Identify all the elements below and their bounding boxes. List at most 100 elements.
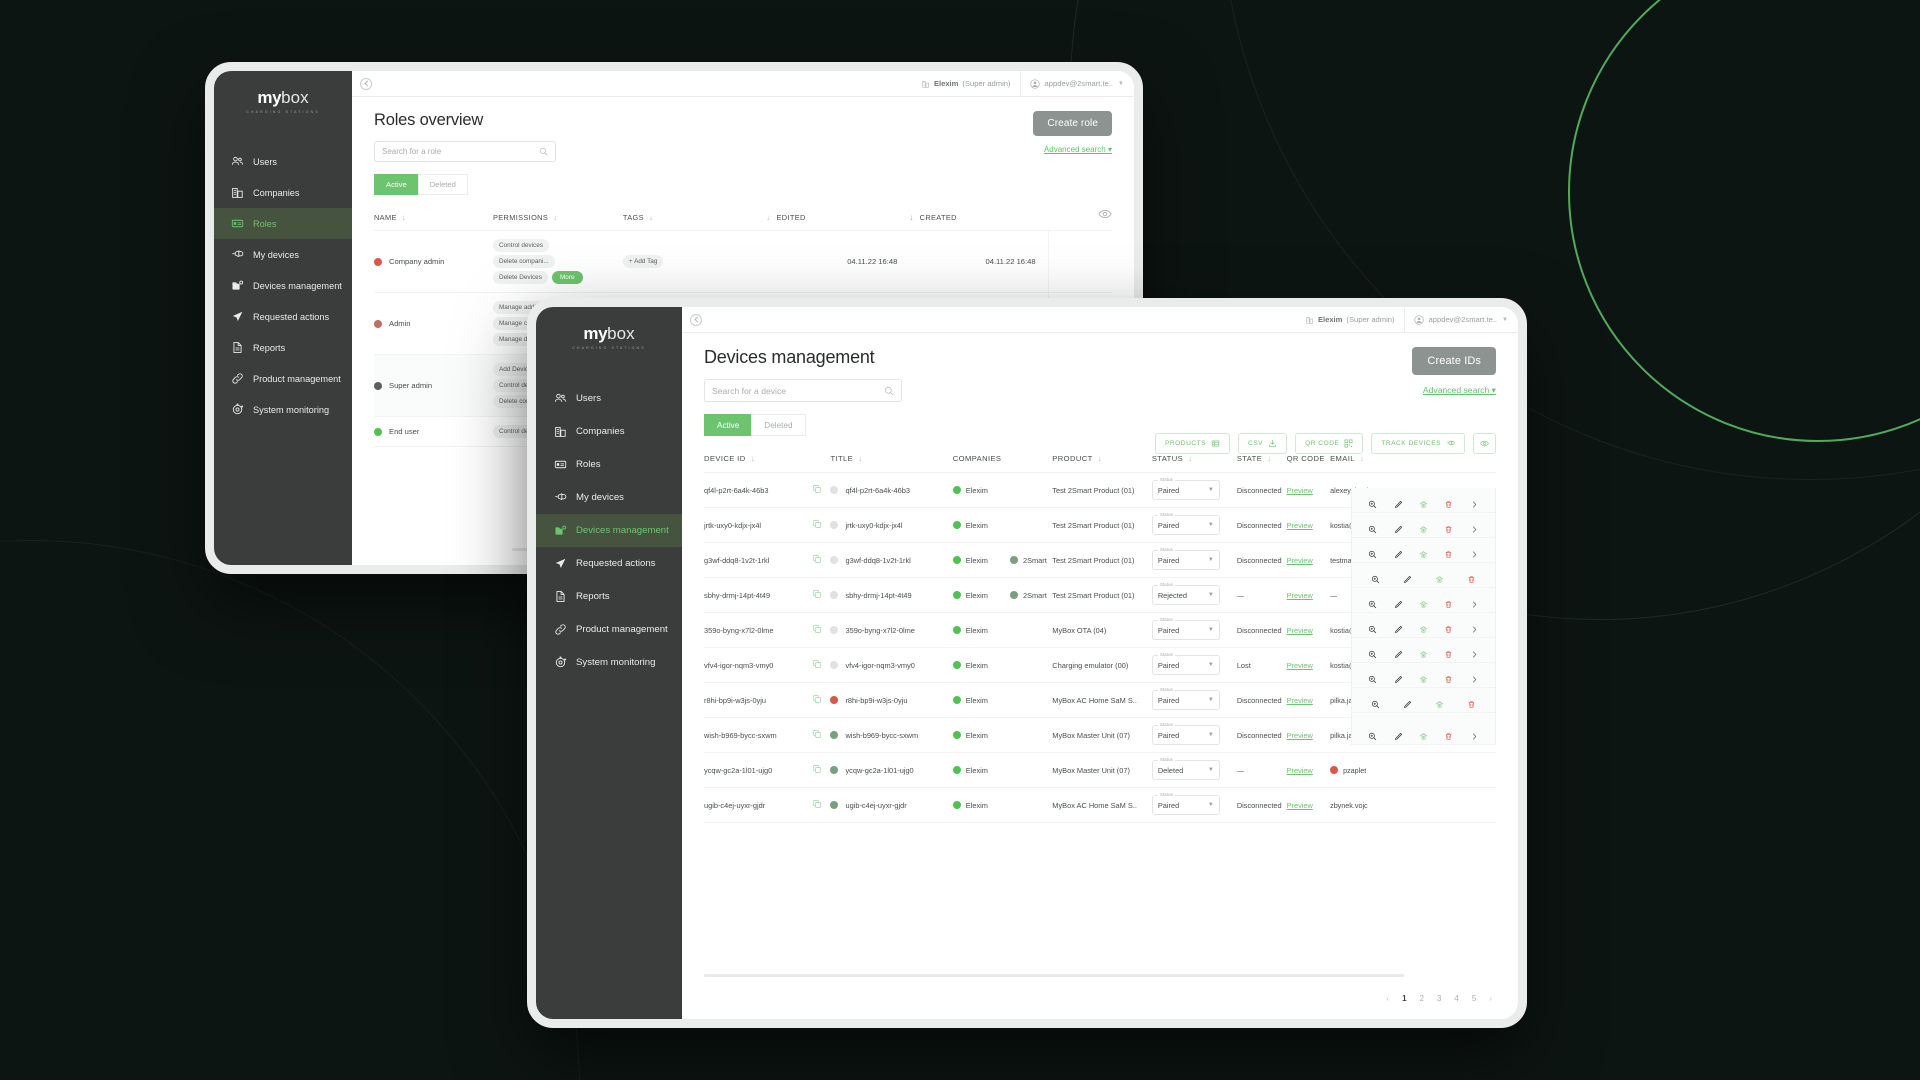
delete-icon[interactable]: [1444, 646, 1453, 658]
segment-active[interactable]: Active: [704, 414, 752, 436]
transfer-icon[interactable]: [1419, 671, 1428, 683]
chevron-right-icon[interactable]: [1470, 728, 1479, 739]
sidebar-item-companies[interactable]: Companies: [536, 415, 682, 448]
toolbar-button-track-devices[interactable]: TRACK DEVICES: [1371, 433, 1465, 454]
column-header-created[interactable]: CREATED ↓: [909, 207, 1049, 231]
collapse-sidebar-button[interactable]: [690, 313, 702, 326]
chevron-right-icon[interactable]: [1470, 646, 1479, 657]
segment-deleted[interactable]: Deleted: [751, 414, 806, 436]
search-plus-icon[interactable]: [1368, 521, 1377, 533]
search-plus-icon[interactable]: [1368, 496, 1377, 508]
status-select[interactable]: Status Paired ▼: [1151, 722, 1220, 745]
status-select[interactable]: Status Paired ▼: [1151, 652, 1220, 675]
transfer-icon[interactable]: [1419, 728, 1428, 740]
pagination-page-1[interactable]: 1: [1402, 994, 1406, 1003]
qr-preview-link[interactable]: Preview: [1287, 731, 1313, 740]
edit-icon[interactable]: [1394, 596, 1403, 608]
create-role-button[interactable]: Create role: [1033, 111, 1112, 136]
status-select[interactable]: Status Rejected ▼: [1151, 582, 1220, 605]
search-plus-icon[interactable]: [1368, 546, 1377, 558]
qr-preview-link[interactable]: Preview: [1287, 591, 1313, 600]
delete-icon[interactable]: [1467, 571, 1476, 583]
sidebar-item-system-monitoring[interactable]: System monitoring: [536, 646, 682, 679]
status-select[interactable]: Status Paired ▼: [1151, 687, 1220, 710]
sidebar-item-requested-actions[interactable]: Requested actions: [214, 301, 352, 332]
delete-icon[interactable]: [1444, 621, 1453, 633]
pagination-page-2[interactable]: 2: [1420, 994, 1424, 1003]
delete-icon[interactable]: [1444, 671, 1453, 683]
qr-preview-link[interactable]: Preview: [1287, 661, 1313, 670]
column-header-permissions[interactable]: PERMISSIONS ↓: [492, 207, 623, 231]
copy-icon[interactable]: [812, 555, 822, 566]
qr-preview-link[interactable]: Preview: [1287, 486, 1313, 495]
search-plus-icon[interactable]: [1368, 596, 1377, 608]
delete-icon[interactable]: [1444, 728, 1453, 740]
copy-icon[interactable]: [812, 765, 822, 776]
transfer-icon[interactable]: [1419, 646, 1428, 658]
status-select[interactable]: Status Paired ▼: [1151, 792, 1220, 815]
qr-preview-link[interactable]: Preview: [1287, 766, 1313, 775]
transfer-icon[interactable]: [1419, 521, 1428, 533]
status-select[interactable]: Status Paired ▼: [1151, 477, 1220, 500]
status-select[interactable]: Status Paired ▼: [1151, 547, 1220, 570]
horizontal-scrollbar[interactable]: [704, 974, 1404, 977]
delete-icon[interactable]: [1444, 496, 1453, 508]
sidebar-item-users[interactable]: Users: [536, 382, 682, 415]
edit-icon[interactable]: [1394, 671, 1403, 683]
table-row[interactable]: ycqw-gc2a-1l01-ujg0 ycqw-gc2a-1l01-ujg0 El…: [704, 752, 1496, 788]
chevron-right-icon[interactable]: [1470, 496, 1479, 507]
device-search-input[interactable]: Search for a device: [704, 379, 902, 402]
status-select[interactable]: Status Paired ▼: [1151, 617, 1220, 640]
copy-icon[interactable]: [812, 800, 822, 811]
pagination-page-3[interactable]: 3: [1437, 994, 1441, 1003]
sidebar-item-product-management[interactable]: Product management: [536, 613, 682, 646]
edit-icon[interactable]: [1394, 496, 1403, 508]
sidebar-item-roles[interactable]: Roles: [536, 448, 682, 481]
transfer-icon[interactable]: [1419, 546, 1428, 558]
copy-icon[interactable]: [812, 730, 822, 741]
delete-icon[interactable]: [1444, 521, 1453, 533]
column-header-tags[interactable]: TAGS ↓: [622, 207, 767, 231]
sidebar-item-product-management[interactable]: Product management: [214, 363, 352, 394]
sidebar-item-reports[interactable]: Reports: [214, 332, 352, 363]
permission-chip[interactable]: Delete Devices: [492, 271, 548, 284]
sidebar-item-roles[interactable]: Roles: [214, 208, 352, 239]
column-header-product[interactable]: PRODUCT ↓: [1052, 448, 1152, 473]
copy-icon[interactable]: [812, 485, 822, 496]
edit-icon[interactable]: [1394, 621, 1403, 633]
copy-icon[interactable]: [812, 695, 822, 706]
sidebar-item-my-devices[interactable]: My devices: [536, 481, 682, 514]
column-header-edited[interactable]: EDITED ↓: [766, 207, 910, 231]
permission-chip[interactable]: Delete compani...: [492, 255, 555, 268]
column-header-device-id[interactable]: DEVICE ID ↓: [704, 448, 831, 473]
copy-icon[interactable]: [812, 625, 822, 636]
transfer-icon[interactable]: [1419, 496, 1428, 508]
pagination-page-5[interactable]: 5: [1472, 994, 1476, 1003]
copy-icon[interactable]: [812, 520, 822, 531]
sidebar-item-users[interactable]: Users: [214, 146, 352, 177]
edit-icon[interactable]: [1403, 571, 1412, 583]
sidebar-item-system-monitoring[interactable]: System monitoring: [214, 394, 352, 425]
add-tag-button[interactable]: + Add Tag: [622, 255, 664, 268]
toolbar-button-visibility[interactable]: [1473, 433, 1496, 454]
delete-icon[interactable]: [1444, 546, 1453, 558]
table-row[interactable]: Company admin Control devices Delete compa…: [374, 230, 1112, 293]
sidebar-item-my-devices[interactable]: My devices: [214, 239, 352, 270]
pagination-page-4[interactable]: 4: [1454, 994, 1458, 1003]
sidebar-item-companies[interactable]: Companies: [214, 177, 352, 208]
qr-preview-link[interactable]: Preview: [1287, 521, 1313, 530]
sidebar-item-devices-management[interactable]: Devices management: [214, 270, 352, 301]
qr-preview-link[interactable]: Preview: [1287, 626, 1313, 635]
edit-icon[interactable]: [1394, 728, 1403, 740]
collapse-sidebar-button[interactable]: [360, 77, 372, 90]
chevron-right-icon[interactable]: [1470, 596, 1479, 607]
copy-icon[interactable]: [812, 590, 822, 601]
role-search-input[interactable]: Search for a role: [374, 141, 556, 162]
delete-icon[interactable]: [1467, 696, 1476, 708]
toolbar-button-products[interactable]: PRODUCTS: [1155, 433, 1231, 454]
edit-icon[interactable]: [1394, 546, 1403, 558]
search-plus-icon[interactable]: [1371, 571, 1380, 583]
transfer-icon[interactable]: [1435, 571, 1444, 583]
status-select[interactable]: Status Deleted ▼: [1151, 757, 1220, 780]
qr-preview-link[interactable]: Preview: [1287, 801, 1313, 810]
